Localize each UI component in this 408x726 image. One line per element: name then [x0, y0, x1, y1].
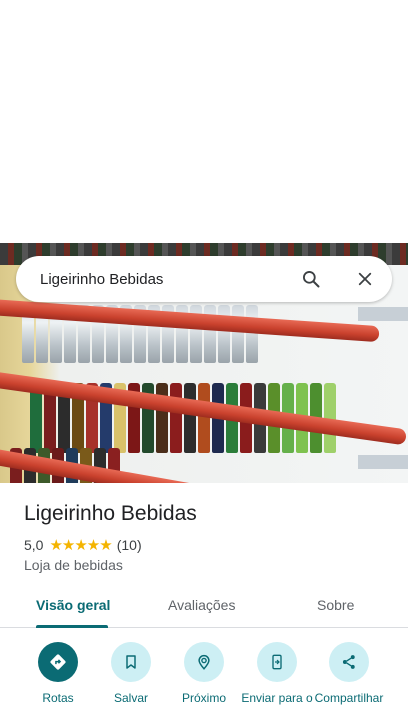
share-icon	[329, 642, 369, 682]
shelf-bracket	[358, 455, 408, 469]
action-buttons: Rotas Salvar Próximo Enviar para o Compa…	[0, 628, 408, 726]
save-label: Salvar	[113, 691, 148, 705]
search-query[interactable]: Ligeirinho Bebidas	[40, 271, 298, 288]
send-to-phone-button[interactable]: Enviar para o	[241, 642, 313, 705]
tab-overview[interactable]: Visão geral	[36, 597, 110, 613]
nearby-icon	[184, 642, 224, 682]
directions-label: Rotas	[42, 691, 74, 705]
place-tabs: Visão geral Avaliações Sobre	[0, 588, 408, 628]
review-count: (10)	[116, 537, 142, 553]
share-label: Compartilhar	[314, 691, 384, 705]
close-icon[interactable]	[352, 266, 378, 292]
save-button[interactable]: Salvar	[95, 642, 167, 705]
nearby-label: Próximo	[181, 691, 226, 705]
tab-about[interactable]: Sobre	[317, 597, 354, 613]
directions-icon	[38, 642, 78, 682]
share-button[interactable]: Compartilhar	[313, 642, 385, 705]
shelf-bracket	[358, 307, 408, 321]
place-category: Loja de bebidas	[24, 557, 123, 573]
send-to-phone-icon	[257, 642, 297, 682]
rating-value: 5,0	[24, 537, 44, 553]
search-icon[interactable]	[298, 266, 324, 292]
bookmark-icon	[111, 642, 151, 682]
rating-row[interactable]: 5,0 ★★★★★ (10)	[24, 536, 142, 554]
tab-reviews[interactable]: Avaliações	[168, 597, 235, 613]
directions-button[interactable]: Rotas	[22, 642, 94, 705]
place-title: Ligeirinho Bebidas	[24, 502, 197, 525]
search-bar[interactable]: Ligeirinho Bebidas	[16, 256, 392, 302]
map-area[interactable]	[0, 0, 408, 243]
nearby-button[interactable]: Próximo	[168, 642, 240, 705]
send-to-phone-label: Enviar para o	[241, 691, 313, 705]
rating-stars: ★★★★★	[49, 537, 112, 554]
